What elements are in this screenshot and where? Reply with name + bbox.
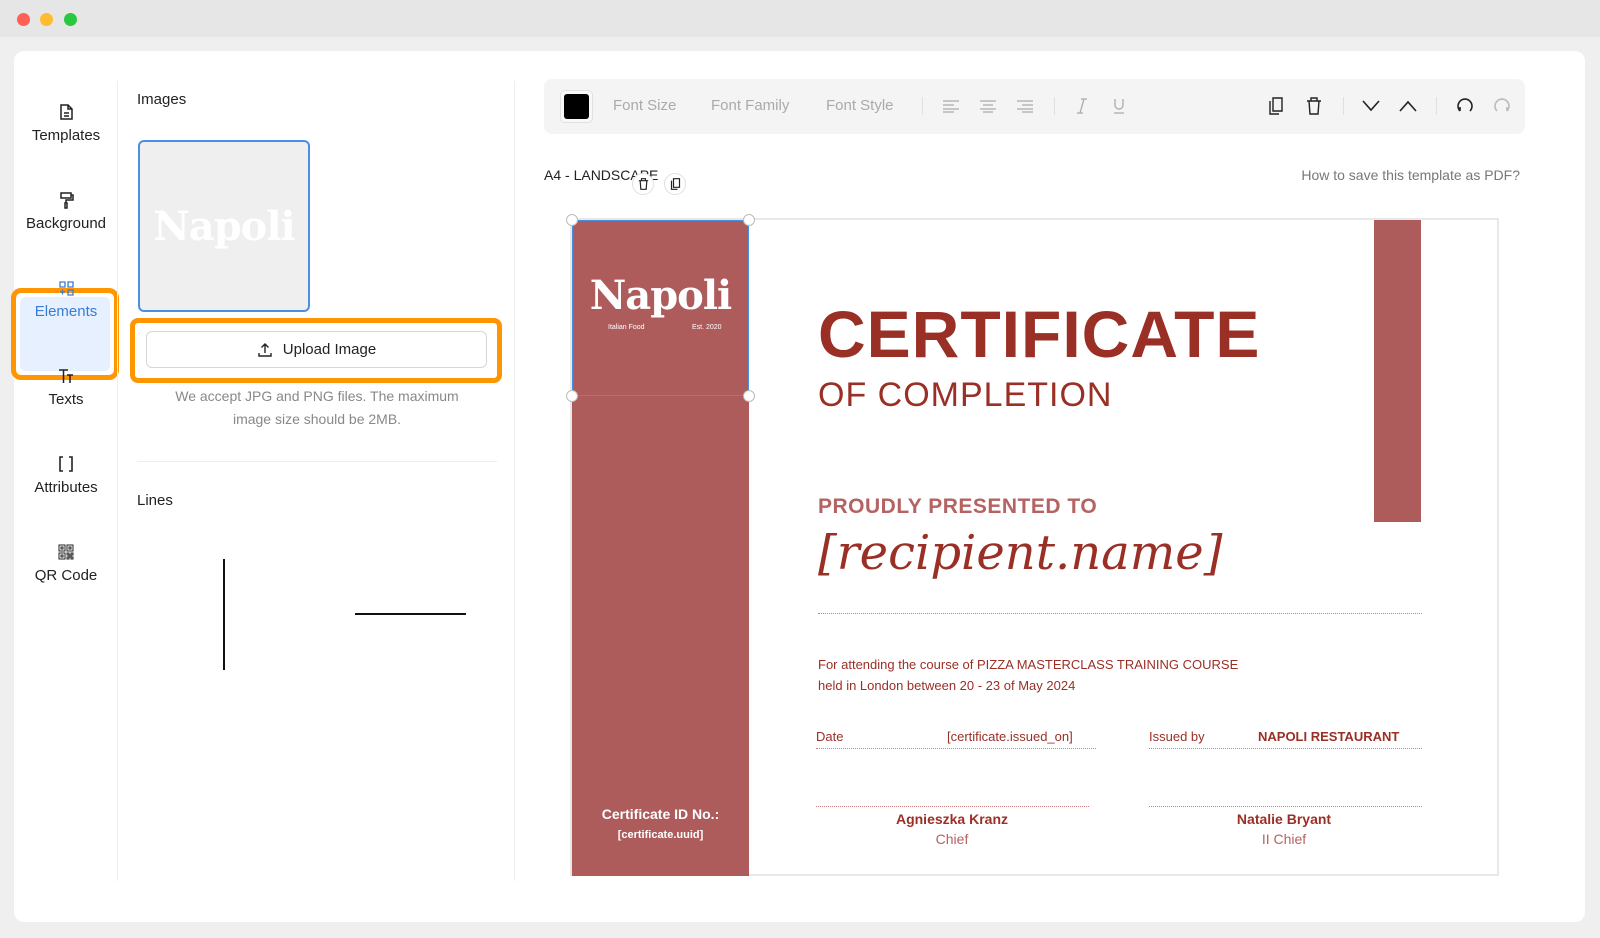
certificate-id-block[interactable]: Certificate ID No.: [certificate.uuid]	[572, 806, 749, 841]
close-window-button[interactable]	[17, 13, 30, 26]
panel-divider	[137, 461, 497, 462]
issued-by-label[interactable]: Issued by	[1149, 729, 1205, 744]
presented-to-label[interactable]: PROUDLY PRESENTED TO	[818, 495, 1097, 519]
nav-item-background[interactable]: Background	[14, 169, 118, 249]
vertical-line-element[interactable]	[223, 559, 225, 670]
nav-item-texts[interactable]: Texts	[14, 345, 118, 425]
toolbar-separator	[1436, 97, 1437, 115]
certificate-canvas[interactable]: Napoli Italian Food Est. 2020 Certificat…	[566, 214, 1499, 876]
toolbar-separator	[1054, 97, 1055, 115]
italic-icon[interactable]	[1071, 95, 1093, 117]
nav-label-templates: Templates	[31, 127, 101, 144]
trash-icon	[638, 178, 648, 190]
images-section-title: Images	[137, 91, 187, 108]
nav-item-elements[interactable]: Elements	[14, 257, 118, 337]
certificate-id-value: [certificate.uuid]	[617, 829, 704, 841]
date-label[interactable]: Date	[816, 729, 843, 744]
certificate-body-line2: held in London between 20 - 23 of May 20…	[818, 678, 1076, 693]
issued-underline	[1149, 748, 1422, 749]
minimize-window-button[interactable]	[40, 13, 53, 26]
recipient-underline	[818, 613, 1422, 614]
file-icon	[60, 104, 73, 120]
certificate-title[interactable]: CERTIFICATE	[818, 296, 1260, 372]
nav-label-elements: Elements	[34, 303, 98, 320]
certificate-body-line1: For attending the course of PIZZA MASTER…	[818, 657, 1239, 672]
font-family-select[interactable]: Font Family	[711, 97, 789, 114]
logo-selection-box	[572, 220, 749, 396]
save-pdf-help-link[interactable]: How to save this template as PDF?	[1301, 167, 1520, 183]
color-picker[interactable]	[560, 90, 593, 123]
date-underline	[816, 748, 1096, 749]
elements-grid-icon	[59, 281, 74, 296]
signature-line-1	[816, 806, 1089, 807]
thumbnail-logo-text: Napoli	[153, 202, 296, 250]
certificate-accent-bar[interactable]	[1374, 220, 1421, 522]
signatory-2-role[interactable]: II Chief	[1204, 831, 1364, 847]
elements-panel: Images Napoli Upload Image We accept JPG…	[118, 51, 514, 922]
font-size-select[interactable]: Font Size	[613, 97, 676, 114]
recipient-name[interactable]: [recipient.name]	[818, 525, 1222, 581]
nav-label-texts: Texts	[48, 391, 84, 408]
horizontal-line-element[interactable]	[355, 613, 466, 615]
redo-icon[interactable]	[1491, 95, 1513, 117]
resize-handle-tr[interactable]	[743, 214, 755, 226]
upload-image-label: Upload Image	[282, 341, 377, 358]
certificate-id-label: Certificate ID No.:	[601, 806, 720, 822]
nav-label-background: Background	[25, 215, 107, 232]
trash-icon[interactable]	[1303, 95, 1325, 117]
move-down-icon[interactable]	[1360, 95, 1382, 117]
issued-by-value[interactable]: NAPOLI RESTAURANT	[1258, 729, 1399, 744]
certificate-body[interactable]: For attending the course of PIZZA MASTER…	[818, 654, 1338, 696]
signature-line-2	[1149, 806, 1422, 807]
brackets-icon	[59, 456, 73, 472]
toolbar-separator	[922, 97, 923, 115]
title-bar	[0, 0, 1600, 37]
element-delete-button[interactable]	[632, 173, 654, 195]
resize-handle-bl[interactable]	[566, 390, 578, 402]
signatory-1-name[interactable]: Agnieszka Kranz	[872, 811, 1032, 827]
paint-roller-icon	[60, 192, 74, 209]
underline-icon[interactable]	[1108, 95, 1130, 117]
image-thumbnail[interactable]: Napoli	[138, 140, 310, 312]
nav-item-attributes[interactable]: Attributes	[14, 433, 118, 513]
copy-icon[interactable]	[1265, 95, 1287, 117]
toolbar-separator	[1343, 97, 1344, 115]
align-left-icon[interactable]	[940, 95, 962, 117]
nav-item-qr-code[interactable]: QR Code	[14, 521, 118, 601]
nav-label-attributes: Attributes	[34, 479, 98, 496]
date-value[interactable]: [certificate.issued_on]	[947, 729, 1073, 744]
undo-icon[interactable]	[1454, 95, 1476, 117]
copy-icon	[670, 178, 680, 190]
upload-image-button[interactable]: Upload Image	[146, 331, 487, 368]
signatory-1-role[interactable]: Chief	[872, 831, 1032, 847]
resize-handle-br[interactable]	[743, 390, 755, 402]
upload-icon	[258, 342, 272, 357]
certificate-subtitle[interactable]: OF COMPLETION	[818, 376, 1112, 415]
color-swatch-fill	[564, 94, 589, 119]
text-icon	[59, 369, 73, 383]
element-copy-button[interactable]	[664, 173, 686, 195]
nav-item-templates[interactable]: Templates	[14, 81, 118, 161]
maximize-window-button[interactable]	[64, 13, 77, 26]
text-toolbar: Font Size Font Family Font Style	[544, 79, 1525, 134]
font-style-select[interactable]: Font Style	[826, 97, 894, 114]
move-up-icon[interactable]	[1397, 95, 1419, 117]
resize-handle-tl[interactable]	[566, 214, 578, 226]
qr-code-icon	[58, 544, 74, 560]
align-right-icon[interactable]	[1014, 95, 1036, 117]
panel-divider-right	[514, 81, 515, 881]
lines-section-title: Lines	[137, 492, 173, 509]
nav-label-qr-code: QR Code	[34, 567, 98, 584]
align-center-icon[interactable]	[977, 95, 999, 117]
signatory-2-name[interactable]: Natalie Bryant	[1204, 811, 1364, 827]
app-window: Templates Background Elements Texts Attr…	[11, 51, 1585, 922]
upload-note: We accept JPG and PNG files. The maximum…	[175, 388, 459, 427]
